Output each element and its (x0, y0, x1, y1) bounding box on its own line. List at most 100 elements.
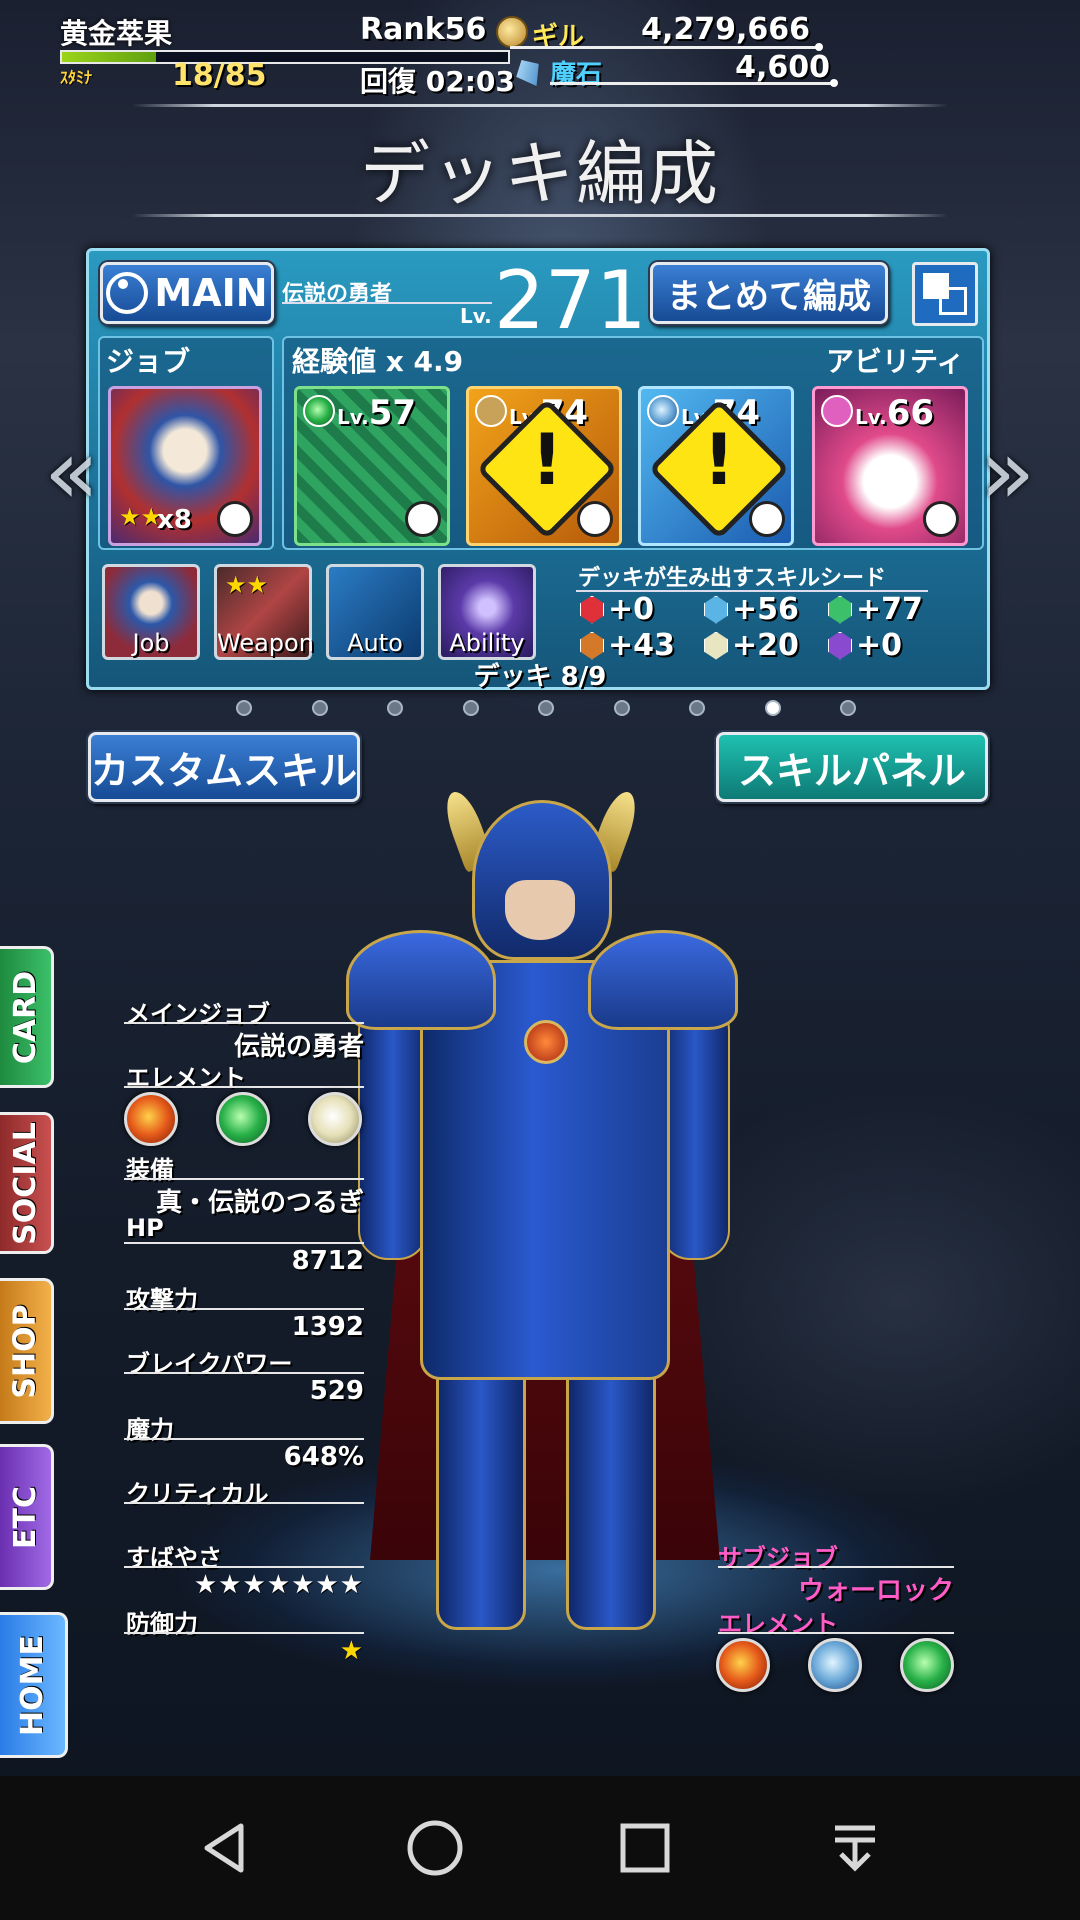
wind-seed-icon (828, 595, 852, 624)
seed-fire: +0 (580, 592, 654, 627)
deck-page-dots[interactable] (236, 700, 856, 716)
stat-divider (124, 1242, 364, 1244)
hero-chest-gem (524, 1020, 568, 1064)
ability-card-1[interactable]: Lv.57 (294, 386, 450, 546)
light-element-icon (308, 1092, 362, 1146)
auto-slot-label: Auto (347, 629, 403, 657)
rarity-stars-icon: ★★ (119, 503, 163, 531)
seed-water-value: +56 (732, 592, 799, 627)
hero-face (505, 880, 575, 940)
custom-skill-button[interactable]: カスタムスキル (88, 732, 360, 802)
magic-stone-label: 魔石 (550, 60, 603, 90)
lock-icon (923, 501, 959, 537)
magic-stone-icon (510, 54, 548, 93)
lock-icon (577, 501, 613, 537)
tab-etc-label: ETC (8, 1485, 44, 1549)
ability-card-4[interactable]: Lv.66 (812, 386, 968, 546)
skill-seed-title: デッキが生み出すスキルシード (578, 566, 887, 591)
page-dot[interactable] (689, 700, 705, 716)
exclamation-icon: ! (703, 419, 735, 501)
prev-deck-arrow-icon[interactable]: « (44, 420, 99, 525)
ability-card-3[interactable]: Lv.74 ! (638, 386, 794, 546)
sword-badge-icon (217, 501, 253, 537)
seed-fire-value: +0 (608, 592, 655, 627)
tab-etc[interactable]: ETC (0, 1444, 54, 1590)
refresh-icon (106, 272, 149, 314)
stamina-bar-fill (62, 52, 156, 62)
magic-stone-value: 4,600 (735, 50, 830, 85)
stat-divider (124, 1438, 364, 1440)
seed-wind-value: +77 (856, 592, 923, 627)
job-card[interactable]: ★★ x8 (108, 386, 262, 546)
job-section-title: ジョブ (106, 345, 191, 378)
hero-shoulder-left (346, 930, 496, 1030)
notification-pulldown-icon[interactable] (825, 1818, 885, 1878)
speed-stars: ★★★★★★★ (193, 1570, 364, 1600)
sub-job-value: ウォーロック (797, 1576, 954, 1606)
title-divider-bottom (132, 214, 948, 217)
auto-slot[interactable]: Auto (326, 564, 424, 660)
ability-slot-label: Ability (449, 629, 525, 657)
recents-icon[interactable] (615, 1818, 675, 1878)
ability-card-2[interactable]: Lv.74 ! (466, 386, 622, 546)
exclamation-icon: ! (531, 419, 563, 501)
title-divider-top (132, 104, 948, 107)
page-dot[interactable] (613, 700, 630, 716)
hp-value: 8712 (291, 1246, 364, 1276)
card-level-value: 66 (886, 393, 935, 433)
fire-seed-icon (580, 595, 604, 624)
stamina-label: ｽﾀﾐﾅ (60, 68, 93, 87)
skill-panel-button[interactable]: スキルパネル (716, 732, 988, 802)
fire-element-icon (716, 1638, 770, 1692)
tab-home[interactable]: HOME (0, 1612, 68, 1758)
level-prefix: Lv. (460, 304, 492, 328)
exp-section-title: 経験値 x 4.9 (292, 345, 464, 378)
weapon-slot[interactable]: ★★ Weapon (214, 564, 314, 660)
recover-timer: 回復 02:03 (360, 65, 515, 98)
page-dot[interactable] (311, 700, 328, 716)
lock-icon (405, 501, 441, 537)
stat-divider (124, 1372, 364, 1374)
page-dot[interactable] (840, 700, 856, 716)
bulk-edit-button[interactable]: まとめて編成 (650, 262, 888, 324)
seed-water: +56 (704, 592, 799, 627)
lock-icon (749, 501, 785, 537)
ability-section-title: アビリティ (826, 345, 965, 378)
tab-card-label: CARD (8, 970, 43, 1064)
main-button-label: MAIN (154, 271, 268, 315)
swap-layout-icon[interactable] (912, 262, 978, 326)
tab-card[interactable]: CARD (0, 946, 54, 1088)
stat-divider (124, 1502, 364, 1504)
sub-divider (718, 1632, 954, 1634)
job-slot[interactable]: Job (102, 564, 200, 660)
page-dot[interactable] (764, 700, 781, 716)
card-level-prefix: Lv. (855, 405, 887, 429)
tab-shop[interactable]: SHOP (0, 1278, 54, 1424)
page-dot[interactable] (462, 700, 479, 716)
tab-social[interactable]: SOCIAL (0, 1112, 54, 1254)
home-circle-icon[interactable] (405, 1818, 465, 1878)
card-level: Lv.57 (337, 393, 416, 433)
player-name: 黄金萃果 (60, 17, 173, 50)
card-level: Lv.66 (855, 393, 934, 433)
job-card-count: x8 (157, 505, 192, 535)
weapon-slot-label: Weapon (217, 629, 314, 657)
page-dot[interactable] (387, 700, 403, 716)
ability-slot[interactable]: Ability (438, 564, 536, 660)
page-dot[interactable] (538, 700, 554, 716)
back-icon[interactable] (195, 1818, 255, 1878)
next-deck-arrow-icon[interactable]: » (980, 420, 1035, 525)
sub-divider (718, 1566, 954, 1568)
hero-leg-left (436, 1360, 526, 1630)
main-button[interactable]: MAIN (100, 262, 274, 324)
heart-element-icon (821, 395, 853, 427)
hero-arm-right (660, 1000, 730, 1260)
page-dot[interactable] (236, 700, 252, 716)
tab-home-label: HOME (15, 1634, 50, 1736)
hero-shoulder-right (588, 930, 738, 1030)
gil-underline (510, 43, 823, 51)
card-level-prefix: Lv. (337, 405, 369, 429)
deck-count: デッキ 8/9 (473, 662, 607, 692)
stat-divider (124, 1086, 364, 1088)
hero-arm-left (358, 1000, 428, 1260)
